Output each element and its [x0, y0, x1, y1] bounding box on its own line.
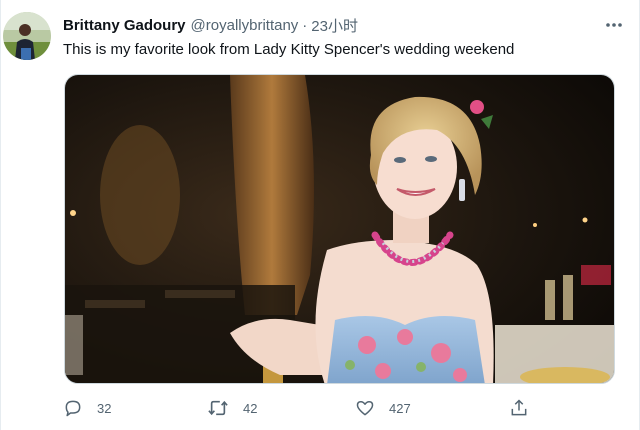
tweet-timestamp[interactable]: 23小时 [311, 15, 358, 36]
tweet-header: Brittany Gadoury @royallybrittany · 23小时 [63, 14, 589, 36]
reply-icon [65, 400, 81, 417]
retweet-button[interactable]: 42 [207, 396, 257, 420]
author-name[interactable]: Brittany Gadoury [63, 17, 186, 34]
photo-image [65, 75, 614, 383]
share-icon [511, 399, 527, 416]
like-count: 427 [389, 400, 411, 416]
tweet-card: Brittany Gadoury @royallybrittany · 23小时… [0, 0, 640, 430]
separator-dot: · [302, 16, 308, 34]
retweet-count: 42 [243, 400, 258, 416]
reply-button[interactable]: 32 [63, 396, 111, 420]
heart-icon [356, 401, 374, 416]
more-options-button[interactable] [603, 16, 625, 34]
retweet-icon [208, 400, 228, 416]
tweet-actions: 32 42 427 [63, 396, 543, 420]
tweet-text: This is my favorite look from Lady Kitty… [63, 41, 515, 58]
like-button[interactable]: 427 [355, 396, 411, 420]
avatar[interactable] [3, 12, 51, 60]
more-horizontal-icon [606, 23, 622, 27]
author-handle[interactable]: @royallybrittany [191, 17, 299, 34]
share-button[interactable] [509, 396, 529, 420]
tweet-photo[interactable] [64, 74, 615, 384]
avatar-image [3, 12, 51, 60]
reply-count: 32 [97, 400, 112, 416]
